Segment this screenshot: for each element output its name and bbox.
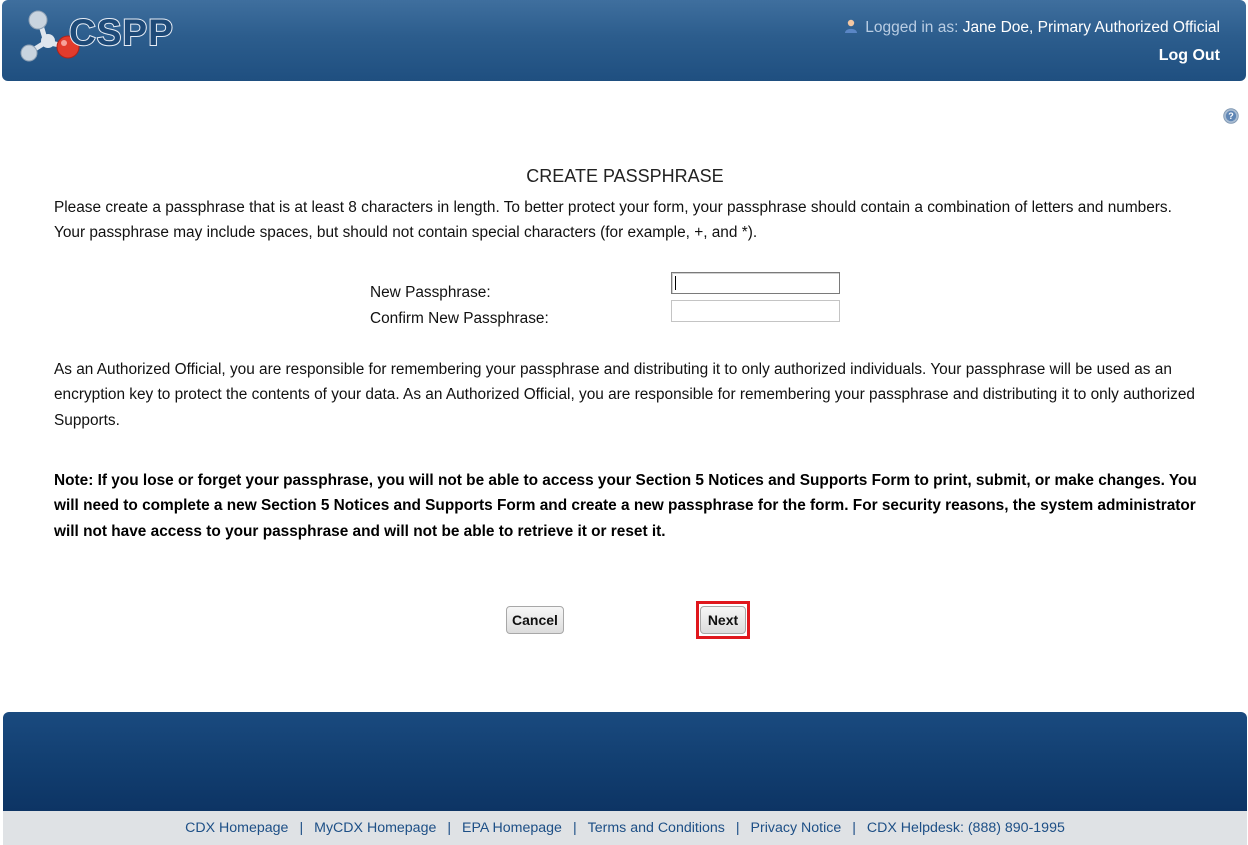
- footer-separator: |: [447, 820, 452, 836]
- svg-text:?: ?: [1228, 111, 1234, 121]
- next-button[interactable]: Next: [700, 606, 746, 634]
- authorized-official-responsibility-text: As an Authorized Official, you are respo…: [54, 361, 1195, 429]
- footer-separator: |: [572, 820, 577, 836]
- logged-in-status: Logged in as: Jane Doe, Primary Authoriz…: [844, 19, 1220, 37]
- footer-separator: |: [735, 820, 740, 836]
- passphrase-instructions: Please create a passphrase that is at le…: [54, 199, 1172, 242]
- logo-text: CSPP: [68, 11, 174, 54]
- footer-links: CDX Homepage | MyCDX Homepage | EPA Homepage…: [3, 811, 1247, 845]
- app-header: CSPP Logged in as: Jane Doe, Primary Aut…: [2, 0, 1246, 81]
- passphrase-loss-warning: Note: If you lose or forget your passphr…: [54, 472, 1197, 540]
- logged-in-prefix: Logged in as:: [865, 19, 959, 36]
- confirm-passphrase-input[interactable]: [671, 300, 840, 322]
- help-icon[interactable]: ?: [1223, 108, 1239, 124]
- footer-separator: |: [299, 820, 304, 836]
- cancel-button[interactable]: Cancel: [506, 606, 564, 634]
- user-name: Jane Doe, Primary Authorized Official: [962, 19, 1220, 36]
- footer-link-cdx-homepage[interactable]: CDX Homepage: [185, 820, 288, 836]
- footer-banner: [3, 712, 1247, 811]
- footer-separator: |: [852, 820, 856, 836]
- footer-link-privacy-notice[interactable]: Privacy Notice: [751, 820, 842, 836]
- new-passphrase-input[interactable]: [671, 272, 840, 294]
- confirm-passphrase-label: Confirm New Passphrase:: [370, 310, 549, 327]
- user-icon: [844, 19, 857, 33]
- text-cursor: [675, 276, 676, 290]
- logout-link[interactable]: Log Out: [1159, 47, 1220, 65]
- new-passphrase-label: New Passphrase:: [370, 284, 491, 301]
- footer-link-cdx-helpdesk[interactable]: CDX Helpdesk: (888) 890-1995: [867, 820, 1065, 836]
- footer-link-mycdx-homepage[interactable]: MyCDX Homepage: [314, 820, 436, 836]
- footer-link-terms-and-conditions[interactable]: Terms and Conditions: [588, 820, 725, 836]
- footer-link-epa-homepage[interactable]: EPA Homepage: [462, 820, 562, 836]
